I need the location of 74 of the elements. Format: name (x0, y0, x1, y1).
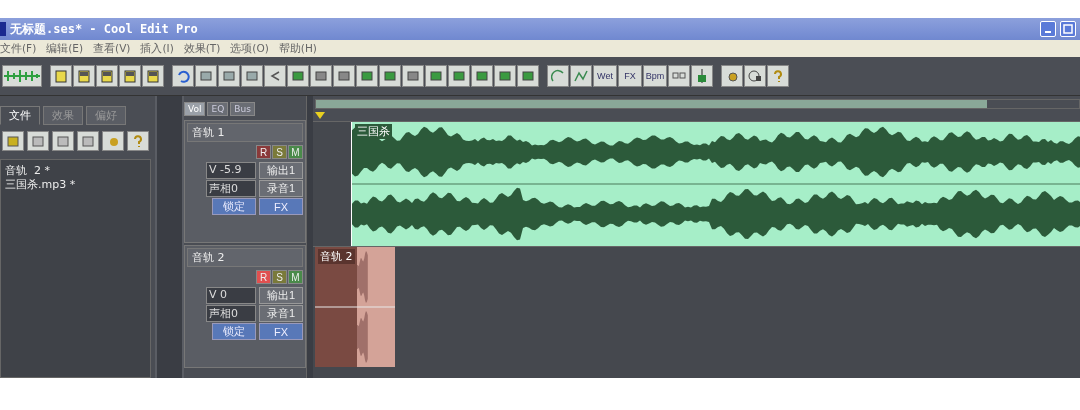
output-button[interactable]: 输出1 (259, 162, 303, 179)
menu-item[interactable]: 文件(F) (0, 41, 37, 56)
help-icon[interactable] (127, 131, 149, 151)
file-item[interactable]: 三国杀.mp3 * (5, 178, 146, 192)
audio-clip[interactable]: 音轨 2 (315, 247, 395, 367)
split-icon[interactable] (691, 65, 713, 87)
lock-button[interactable]: 锁定 (212, 323, 256, 340)
record-input-button[interactable]: 录音1 (259, 305, 303, 322)
tool-icon[interactable] (448, 65, 470, 87)
menu-item[interactable]: 编辑(E) (46, 41, 84, 56)
app-icon (0, 22, 6, 36)
document-icon[interactable] (27, 131, 49, 151)
record-input-button[interactable]: 录音1 (259, 180, 303, 197)
fx-button[interactable]: FX (259, 323, 303, 340)
solo-button[interactable]: S (272, 145, 287, 159)
menu-item[interactable]: 效果(T) (183, 41, 221, 56)
track-name: 音轨 1 (187, 123, 303, 142)
mute-button[interactable]: M (288, 270, 303, 284)
panel-tab[interactable]: 文件 (0, 106, 40, 125)
tool-icon[interactable] (333, 65, 355, 87)
maximize-icon (1063, 24, 1073, 34)
toolbar-button[interactable]: Bpm (643, 65, 667, 87)
mixer-tab[interactable]: EQ (207, 102, 229, 116)
tool-icon[interactable] (517, 65, 539, 87)
tool-icon[interactable] (356, 65, 378, 87)
playhead-marker-icon[interactable] (315, 112, 325, 119)
loop-icon[interactable] (668, 65, 690, 87)
tool-icon[interactable] (379, 65, 401, 87)
minimize-icon (1045, 31, 1051, 33)
tool-icon[interactable] (494, 65, 516, 87)
undo-icon[interactable] (172, 65, 194, 87)
chevron-icon[interactable] (264, 65, 286, 87)
clip-label: 三国杀 (355, 124, 392, 139)
tool-icon[interactable] (218, 65, 240, 87)
mute-button[interactable]: M (288, 145, 303, 159)
solo-button[interactable]: S (272, 270, 287, 284)
track-name: 音轨 2 (187, 248, 303, 267)
clip-label: 音轨 2 (318, 249, 355, 264)
tool-icon[interactable] (425, 65, 447, 87)
document-icon[interactable] (50, 65, 72, 87)
tool-icon[interactable] (241, 65, 263, 87)
minimize-button[interactable] (1040, 21, 1056, 37)
tool-icon[interactable] (471, 65, 493, 87)
document-icon[interactable] (52, 131, 74, 151)
window-title: 无标题.ses* - Cool Edit Pro (10, 20, 198, 38)
pan-field[interactable]: 声相0 (206, 180, 256, 197)
toolbar-button[interactable]: FX (618, 65, 642, 87)
menu-item[interactable]: 插入(I) (140, 41, 174, 56)
tool-icon[interactable] (287, 65, 309, 87)
file-item[interactable]: 音轨 2 * (5, 164, 146, 178)
record-arm-button[interactable]: R (256, 270, 271, 284)
audio-clip[interactable]: 三国杀 (351, 122, 1080, 246)
maximize-button[interactable] (1060, 21, 1076, 37)
volume-field[interactable]: V 0 (206, 287, 256, 304)
menu-item[interactable]: 查看(V) (93, 41, 131, 56)
pan-icon[interactable] (570, 65, 592, 87)
fx-button[interactable]: FX (259, 198, 303, 215)
tool-icon[interactable] (195, 65, 217, 87)
volume-field[interactable]: V -5.9 (206, 162, 256, 179)
toolbar-button[interactable]: Wet (593, 65, 617, 87)
output-button[interactable]: 输出1 (259, 287, 303, 304)
record-arm-button[interactable]: R (256, 145, 271, 159)
pan-field[interactable]: 声相0 (206, 305, 256, 322)
mixer-tab[interactable]: Bus (230, 102, 255, 116)
waveform-icon[interactable] (2, 65, 42, 87)
menu-item[interactable]: 选项(O) (230, 41, 269, 56)
overview-bar[interactable] (315, 99, 1080, 109)
db-icon[interactable] (547, 65, 569, 87)
lock-button[interactable]: 锁定 (212, 198, 256, 215)
document-icon[interactable] (77, 131, 99, 151)
tool-icon[interactable] (402, 65, 424, 87)
mixer-tab[interactable]: Vol (184, 102, 206, 116)
menu-item[interactable]: 帮助(H) (278, 41, 317, 56)
tool-icon[interactable] (310, 65, 332, 87)
